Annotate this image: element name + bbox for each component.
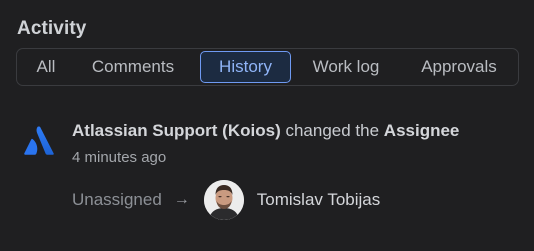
changed-field-name: Assignee — [383, 121, 460, 140]
avatar — [203, 180, 244, 220]
activity-tabs: All Comments History Work log Approvals — [16, 48, 519, 86]
field-change: Unassigned → Tomislav Tobijas — [72, 180, 380, 220]
activity-panel: Activity All Comments History Work log A… — [0, 0, 534, 251]
arrow-right-icon: → — [173, 191, 190, 208]
action-text: changed the — [285, 121, 380, 140]
previous-value: Unassigned — [72, 190, 162, 209]
new-assignee-name[interactable]: Tomislav Tobijas — [257, 190, 380, 210]
timestamp: 4 minutes ago — [72, 149, 167, 166]
tab-history[interactable]: History — [200, 51, 291, 83]
history-entry-summary: Atlassian Support (Koios) changed the As… — [72, 121, 459, 141]
activity-heading: Activity — [17, 18, 87, 39]
history-entry: Atlassian Support (Koios) changed the As… — [0, 110, 534, 230]
tab-comments[interactable]: Comments — [83, 51, 183, 83]
user-avatar-icon — [203, 180, 244, 220]
actor-name[interactable]: Atlassian Support (Koios) — [72, 121, 281, 140]
tab-work-log[interactable]: Work log — [301, 51, 391, 83]
tab-approvals[interactable]: Approvals — [409, 51, 509, 83]
tab-all[interactable]: All — [28, 51, 64, 83]
atlassian-logo-icon — [24, 126, 54, 155]
